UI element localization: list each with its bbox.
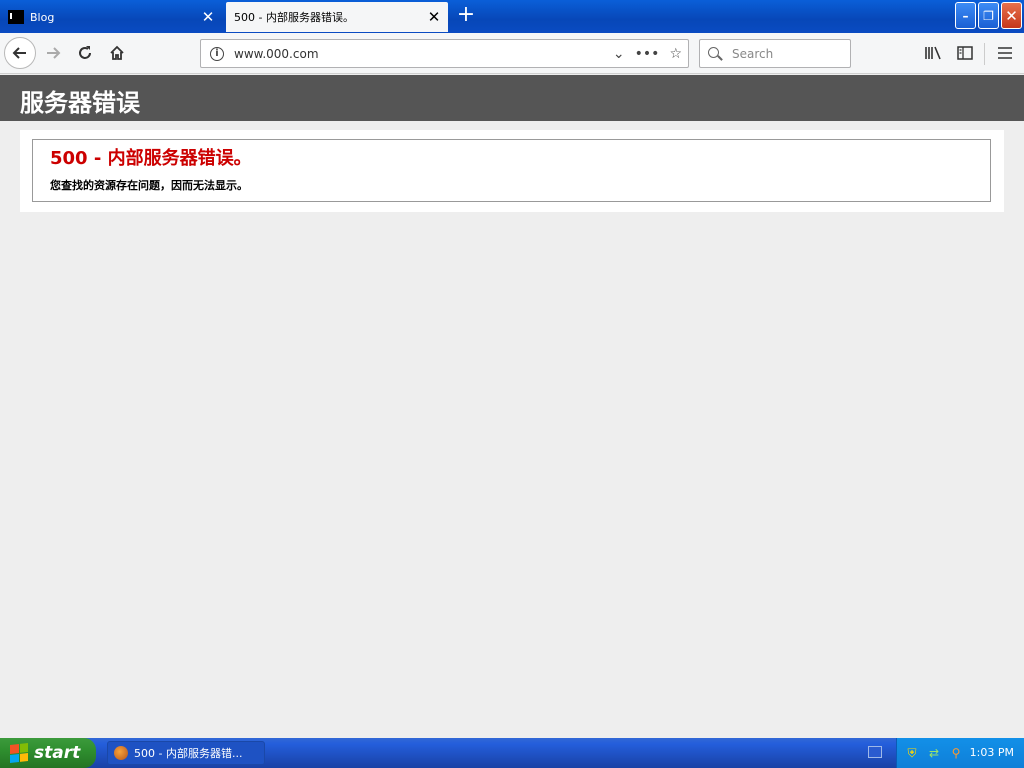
window-controls: – ❐ ✕ — [955, 2, 1022, 29]
back-arrow-icon — [12, 47, 26, 59]
chevron-down-icon[interactable]: ⌄ — [613, 46, 625, 62]
firefox-icon — [114, 746, 128, 760]
home-button[interactable] — [102, 38, 132, 68]
tab-label: Blog — [30, 10, 55, 24]
network-icon[interactable]: ⇄ — [927, 746, 941, 760]
system-tray: ⛨ ⇄ ⚲ 1:03 PM — [896, 738, 1024, 768]
address-bar[interactable]: i www.000.com ⌄ ••• ☆ — [200, 39, 689, 68]
back-button[interactable] — [4, 37, 36, 69]
sidebar-icon — [957, 46, 973, 60]
page-title: 服务器错误 — [20, 89, 140, 117]
windows-taskbar: start 500 - 内部服务器错... ⛨ ⇄ ⚲ 1:03 PM — [0, 738, 1024, 768]
hamburger-menu-icon — [998, 47, 1012, 59]
keyboard-icon[interactable] — [868, 746, 882, 758]
library-icon — [925, 46, 941, 60]
error-fieldset: 500 - 内部服务器错误。 您查找的资源存在问题，因而无法显示。 — [32, 139, 991, 202]
error-description: 您查找的资源存在问题，因而无法显示。 — [50, 179, 248, 192]
close-window-button[interactable]: ✕ — [1001, 2, 1022, 29]
close-tab-icon[interactable]: ✕ — [198, 8, 218, 26]
browser-tab-strip: Blog ✕ 500 - 内部服务器错误。 ✕ + – ❐ ✕ — [0, 0, 1024, 33]
forward-arrow-icon — [47, 47, 61, 59]
url-bar-actions: ⌄ ••• ☆ — [613, 46, 682, 62]
library-button[interactable] — [922, 42, 944, 64]
error-page-header: 服务器错误 — [0, 75, 1024, 121]
site-info-icon[interactable]: i — [210, 46, 224, 61]
security-shield-icon[interactable]: ⛨ — [905, 746, 919, 760]
sidebar-button[interactable] — [954, 42, 976, 64]
tab-label: 500 - 内部服务器错误。 — [234, 11, 354, 24]
page-actions-icon[interactable]: ••• — [635, 46, 660, 62]
error-content-panel: 500 - 内部服务器错误。 您查找的资源存在问题，因而无法显示。 — [20, 130, 1004, 212]
system-clock: 1:03 PM — [969, 746, 1014, 759]
reload-icon — [79, 46, 91, 59]
error-heading: 500 - 内部服务器错误。 — [50, 148, 252, 169]
windows-logo-icon — [10, 743, 28, 763]
tab-500-error[interactable]: 500 - 内部服务器错误。 ✕ — [226, 2, 448, 32]
forward-button[interactable] — [38, 38, 68, 68]
home-icon — [110, 45, 124, 60]
toolbar-divider — [984, 43, 985, 65]
search-tray-icon[interactable]: ⚲ — [949, 746, 963, 760]
new-tab-button[interactable]: + — [454, 4, 478, 28]
start-button[interactable]: start — [0, 738, 96, 768]
taskbar-window-label: 500 - 内部服务器错... — [134, 747, 243, 760]
navigation-toolbar: i www.000.com ⌄ ••• ☆ Search — [0, 33, 1024, 74]
minimize-button[interactable]: – — [955, 2, 976, 29]
close-tab-icon[interactable]: ✕ — [424, 8, 444, 26]
start-label: start — [34, 743, 81, 763]
restore-button[interactable]: ❐ — [978, 2, 999, 29]
taskbar-window-button[interactable]: 500 - 内部服务器错... — [107, 741, 265, 765]
url-text[interactable]: www.000.com — [234, 47, 613, 61]
search-box[interactable]: Search — [699, 39, 851, 68]
menu-button[interactable] — [994, 42, 1016, 64]
search-icon — [708, 46, 722, 61]
blog-favicon-icon — [8, 10, 24, 24]
tab-blog[interactable]: Blog ✕ — [0, 2, 222, 32]
reload-button[interactable] — [70, 38, 100, 68]
bookmark-star-icon[interactable]: ☆ — [669, 46, 682, 62]
search-placeholder: Search — [732, 46, 774, 61]
